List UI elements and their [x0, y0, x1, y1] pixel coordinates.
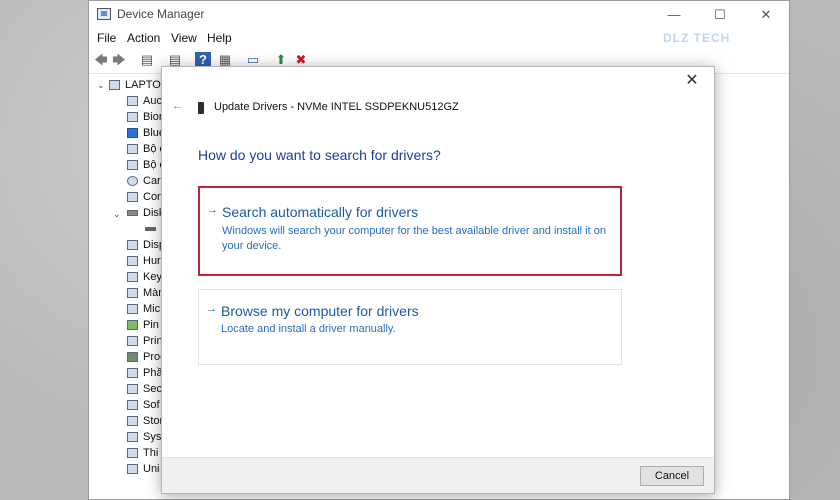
audio-icon: [127, 96, 138, 107]
monitor-icon: [127, 288, 138, 299]
menu-view[interactable]: View: [171, 31, 197, 45]
battery-icon: [127, 320, 138, 331]
software-device-icon: [127, 400, 138, 411]
browse-computer-option[interactable]: → Browse my computer for drivers Locate …: [198, 289, 622, 365]
chevron-down-icon[interactable]: ⌄: [97, 80, 105, 91]
display-adapter-icon: [127, 240, 138, 251]
device-category-icon: [127, 144, 138, 155]
security-device-icon: [127, 384, 138, 395]
dialog-question: How do you want to search for drivers?: [198, 147, 441, 163]
cancel-button[interactable]: Cancel: [640, 466, 704, 486]
title-bar: Device Manager — ☐ ✕: [89, 1, 789, 29]
tree-item[interactable]: Uni: [127, 461, 160, 477]
human-interface-icon: [127, 256, 138, 267]
tree-item[interactable]: Sec: [127, 381, 162, 397]
dialog-footer: Cancel: [162, 457, 714, 493]
tree-item[interactable]: Bior: [127, 109, 163, 125]
back-arrow-icon[interactable]: 🡄: [93, 52, 109, 68]
mouse-icon: [127, 304, 138, 315]
device-manager-icon: [97, 8, 111, 20]
tree-item[interactable]: Prin: [127, 333, 163, 349]
tree-item[interactable]: Màn: [127, 285, 164, 301]
tree-item[interactable]: Mic: [127, 301, 160, 317]
device-category-icon: [127, 160, 138, 171]
tree-item-disk-drives[interactable]: Disk: [127, 205, 164, 221]
disk-drive-icon: [127, 210, 138, 217]
forward-arrow-icon[interactable]: 🡆: [111, 52, 127, 68]
tree-item[interactable]: Auc: [127, 93, 162, 109]
tree-root[interactable]: LAPTOP: [109, 77, 168, 93]
arrow-right-icon: →: [207, 204, 218, 216]
device-category-icon: [127, 448, 138, 459]
storage-controller-icon: [127, 416, 138, 427]
chevron-down-icon[interactable]: ⌄: [113, 209, 121, 220]
keyboard-icon: [127, 272, 138, 283]
storage-device-icon: [198, 102, 204, 114]
printer-icon: [127, 336, 138, 347]
dialog-title: Update Drivers - NVMe INTEL SSDPEKNU512G…: [214, 101, 459, 113]
tree-item[interactable]: Bộ c: [127, 141, 165, 157]
back-arrow-icon[interactable]: ←: [172, 100, 183, 112]
tree-item[interactable]: Bộ c: [127, 157, 165, 173]
option-description: Windows will search your computer for th…: [222, 225, 606, 252]
usb-icon: [127, 464, 138, 475]
close-icon[interactable]: ✕: [682, 71, 702, 91]
tree-item[interactable]: Phầ: [127, 365, 163, 381]
option-description: Locate and install a driver manually.: [221, 323, 396, 335]
option-title: Search automatically for drivers: [222, 204, 419, 220]
computer-icon: [127, 192, 138, 203]
tree-item[interactable]: Disp: [127, 237, 165, 253]
menu-help[interactable]: Help: [207, 31, 232, 45]
properties-icon[interactable]: ▤: [139, 52, 155, 68]
close-window-button[interactable]: ✕: [743, 1, 789, 29]
search-automatically-option[interactable]: → Search automatically for drivers Windo…: [198, 186, 622, 276]
tree-item[interactable]: Thi: [127, 445, 158, 461]
tree-item[interactable]: Hur: [127, 253, 161, 269]
tree-item[interactable]: Sof: [127, 397, 160, 413]
tree-item[interactable]: Carr: [127, 173, 164, 189]
minimize-button[interactable]: —: [651, 1, 697, 29]
tree-item[interactable]: Blue: [127, 125, 165, 141]
option-title: Browse my computer for drivers: [221, 303, 419, 319]
computer-icon: [109, 80, 120, 91]
tree-item[interactable]: Pin: [127, 317, 159, 333]
tree-item[interactable]: Con: [127, 189, 163, 205]
maximize-button[interactable]: ☐: [697, 1, 743, 29]
tree-item[interactable]: Syst: [127, 429, 164, 445]
arrow-right-icon: →: [206, 303, 217, 315]
update-drivers-dialog: ✕ ← Update Drivers - NVMe INTEL SSDPEKNU…: [161, 66, 715, 494]
window-title: Device Manager: [117, 7, 205, 21]
tree-item[interactable]: Stor: [127, 413, 163, 429]
menu-action[interactable]: Action: [127, 31, 160, 45]
system-device-icon: [127, 432, 138, 443]
bluetooth-icon: [127, 128, 138, 139]
disk-drive-icon: [145, 227, 156, 232]
menu-file[interactable]: File: [97, 31, 116, 45]
biometric-icon: [127, 112, 138, 123]
processor-icon: [127, 352, 138, 363]
tree-item[interactable]: Key: [127, 269, 162, 285]
camera-icon: [127, 176, 138, 187]
software-component-icon: [127, 368, 138, 379]
tree-item[interactable]: [145, 221, 161, 237]
tree-item[interactable]: Proc: [127, 349, 166, 365]
watermark-logo: DLZ TECH: [663, 31, 731, 45]
